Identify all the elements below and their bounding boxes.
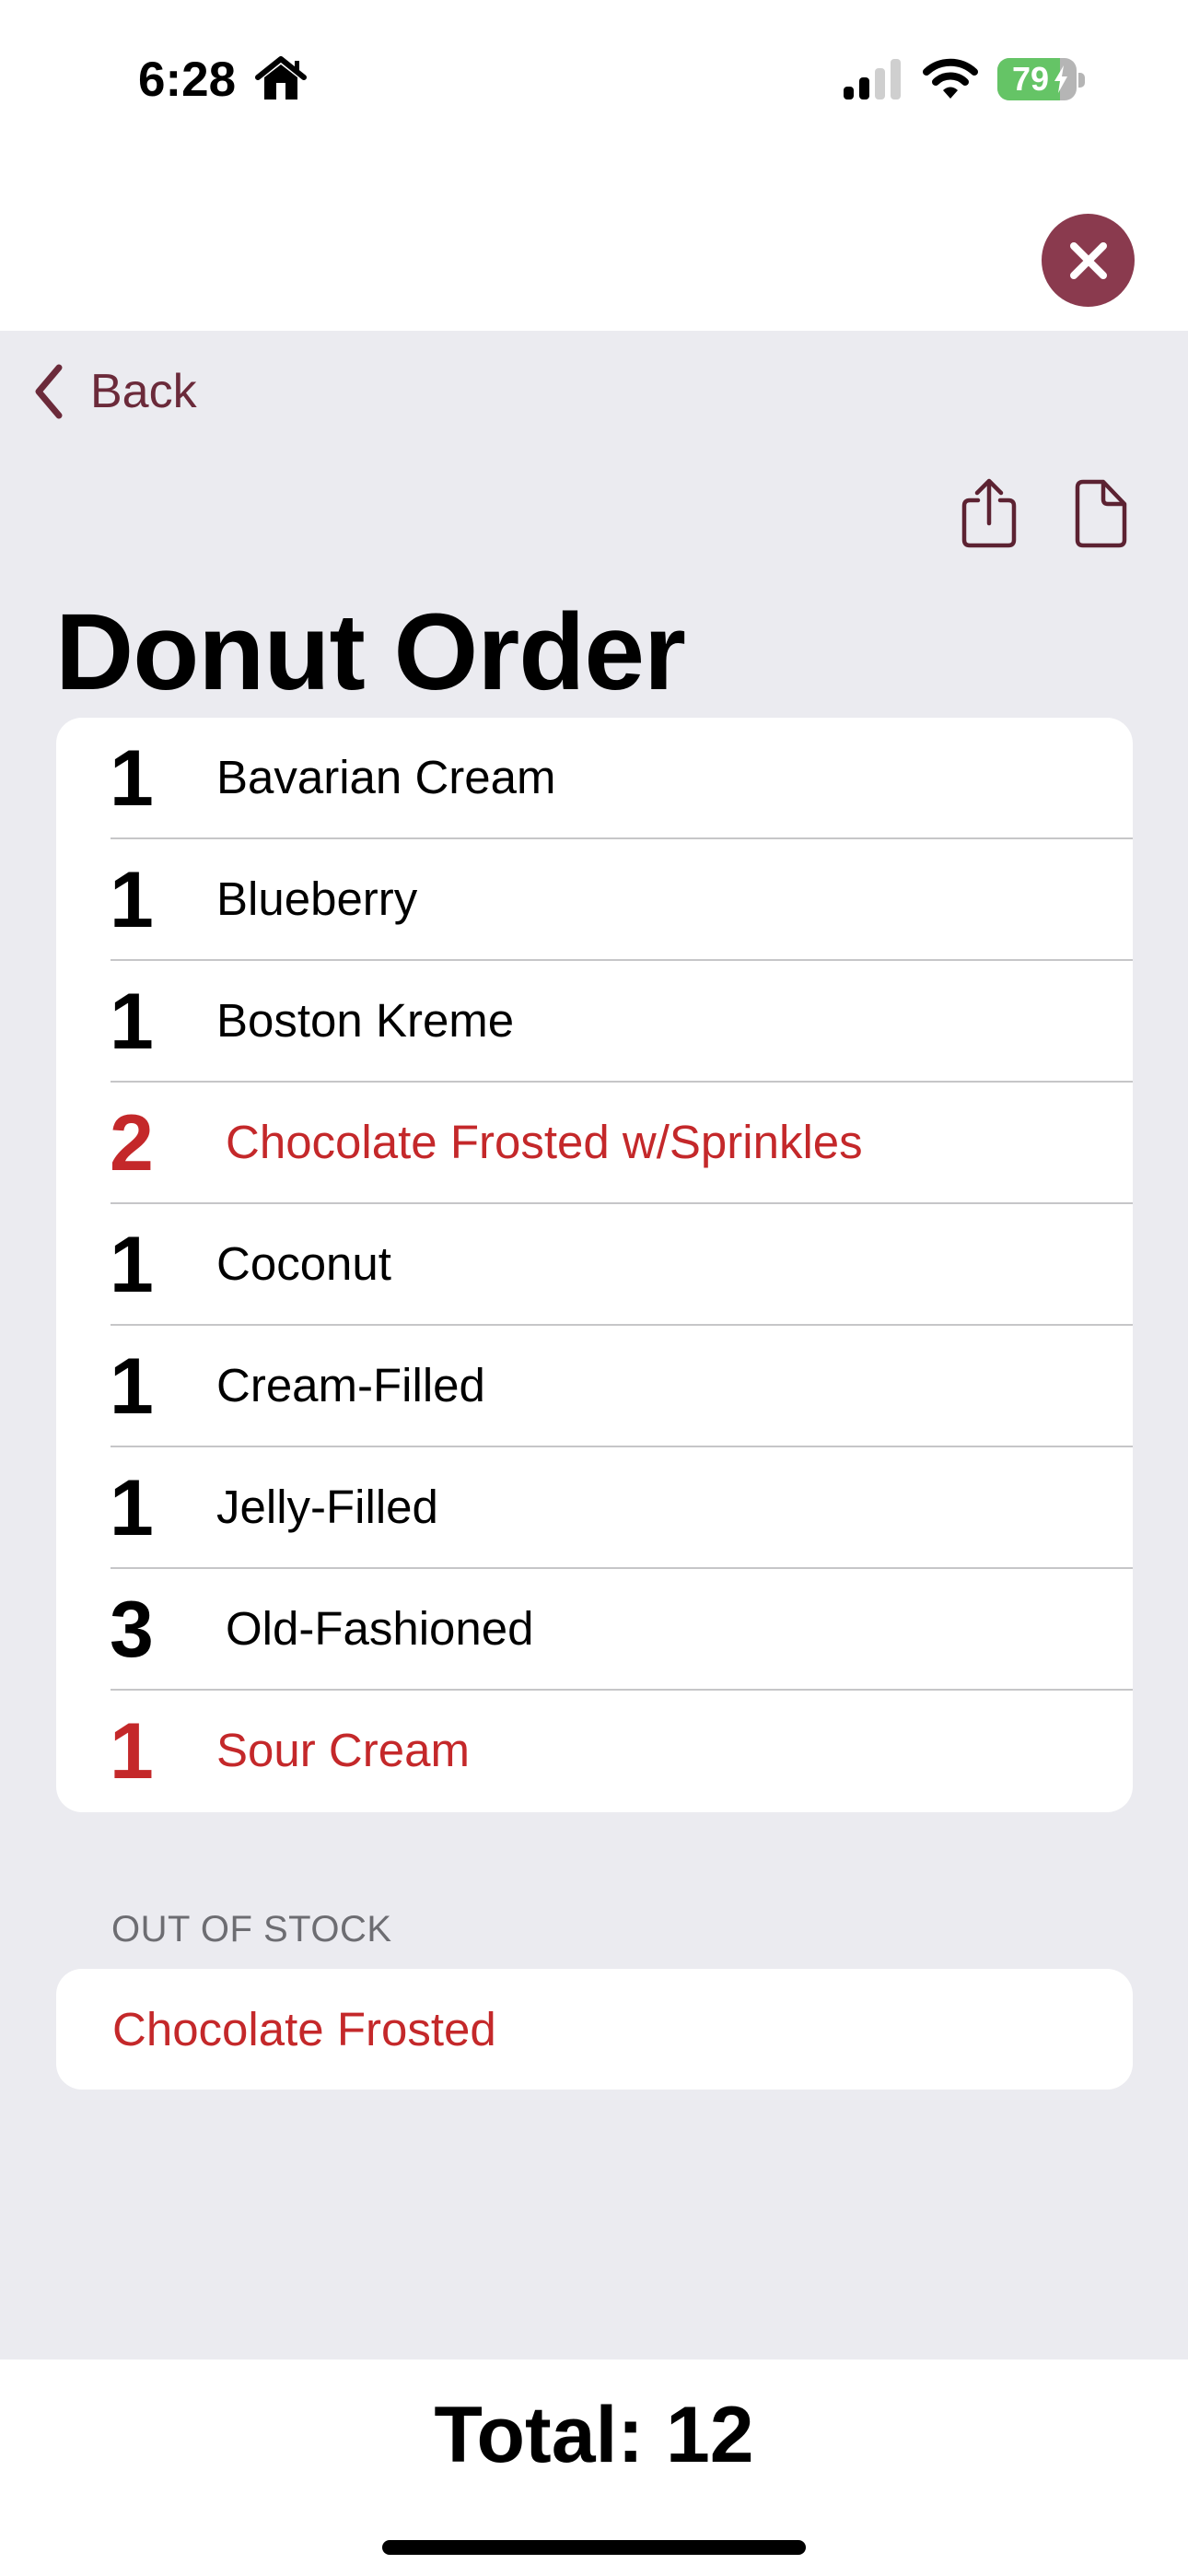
order-row[interactable]: 1 Blueberry	[56, 839, 1133, 961]
back-button[interactable]: Back	[33, 359, 197, 424]
close-button[interactable]	[1042, 214, 1135, 307]
order-quantity: 1	[110, 978, 154, 1066]
charging-bolt-icon	[1054, 65, 1067, 93]
order-quantity: 1	[110, 734, 154, 823]
battery-nub	[1078, 73, 1085, 88]
order-row[interactable]: 1 Jelly-Filled	[56, 1447, 1133, 1569]
home-icon	[255, 56, 307, 100]
order-row[interactable]: 1 Coconut	[56, 1204, 1133, 1326]
order-quantity: 1	[110, 1221, 154, 1309]
order-quantity: 1	[110, 1342, 154, 1431]
order-item-name: Sour Cream	[216, 1724, 470, 1776]
signal-bar	[875, 68, 885, 100]
order-row[interactable]: 2 Chocolate Frosted w/Sprinkles	[56, 1083, 1133, 1204]
order-item-name: Old-Fashioned	[226, 1602, 534, 1655]
order-item-name: Cream-Filled	[216, 1359, 485, 1411]
status-bar: 6:28 79	[0, 0, 1188, 147]
back-label: Back	[90, 365, 197, 418]
order-row[interactable]: 1 Bavarian Cream	[56, 718, 1133, 839]
page-title: Donut Order	[55, 591, 686, 713]
order-quantity: 1	[110, 1707, 154, 1796]
out-of-stock-item[interactable]: Chocolate Frosted	[112, 1969, 496, 2090]
cellular-signal-icon	[844, 59, 901, 100]
order-item-name: Jelly-Filled	[216, 1481, 438, 1533]
order-row[interactable]: 1 Cream-Filled	[56, 1326, 1133, 1447]
order-item-name: Coconut	[216, 1237, 391, 1290]
document-icon[interactable]	[1074, 479, 1127, 549]
out-of-stock-list: Chocolate Frosted	[56, 1969, 1133, 2090]
signal-bar	[891, 59, 901, 100]
order-total: Total: 12	[434, 2391, 754, 2479]
order-item-name: Blueberry	[216, 872, 418, 925]
order-item-name: Boston Kreme	[216, 994, 515, 1047]
order-quantity: 1	[110, 1464, 154, 1552]
order-row[interactable]: 1 Sour Cream	[56, 1691, 1133, 1812]
signal-bar	[844, 87, 854, 100]
share-icon[interactable]	[961, 477, 1018, 549]
status-time: 6:28	[138, 53, 237, 107]
order-item-name: Bavarian Cream	[216, 751, 556, 803]
chevron-left-icon	[35, 364, 63, 419]
order-row[interactable]: 1 Boston Kreme	[56, 961, 1133, 1083]
order-quantity: 3	[110, 1586, 154, 1674]
order-row[interactable]: 3 Old-Fashioned	[56, 1569, 1133, 1691]
out-of-stock-header: OUT OF STOCK	[111, 1909, 392, 1950]
home-indicator[interactable]	[382, 2540, 806, 2555]
order-quantity: 1	[110, 856, 154, 944]
wifi-icon	[923, 58, 978, 99]
battery-indicator: 79	[997, 58, 1077, 100]
close-icon	[1069, 241, 1107, 279]
signal-bar	[859, 77, 869, 100]
order-list: 1 Bavarian Cream 1 Blueberry 1 Boston Kreme 2 C…	[56, 718, 1133, 1812]
order-item-name: Chocolate Frosted w/Sprinkles	[226, 1116, 863, 1168]
order-quantity: 2	[110, 1099, 154, 1188]
